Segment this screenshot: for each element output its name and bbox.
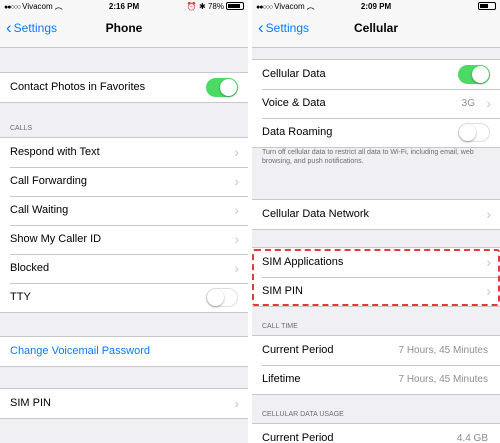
status-time: 2:09 PM <box>360 2 392 11</box>
call-time-lifetime-row: Lifetime 7 Hours, 45 Minutes <box>252 365 500 394</box>
cellular-settings-screen: ●●○○○ Vivacom ︵ 2:09 PM ‹ Settings Cellular… <box>252 0 500 443</box>
roaming-footer-text: Turn off cellular data to restrict all d… <box>262 149 474 165</box>
blocked-row[interactable]: Blocked › <box>0 254 248 283</box>
voicemail-group: Change Voicemail Password <box>0 336 248 367</box>
chevron-right-icon: › <box>234 231 239 247</box>
data-roaming-row: Data Roaming <box>252 118 500 147</box>
usage-current-row: Current Period 4.4 GB <box>252 424 500 443</box>
tty-toggle[interactable] <box>206 288 238 307</box>
calls-header: CALLS <box>10 125 33 132</box>
top-bar: ●●○○○ Vivacom ︵ 2:09 PM ‹ Settings Cellular <box>252 0 500 48</box>
page-title: Phone <box>105 21 143 35</box>
status-bar: ●●○○○ Vivacom ︵ 2:16 PM ⏰ ✱ 78% <box>0 0 248 14</box>
contact-photos-label: Contact Photos in Favorites <box>10 81 146 93</box>
nav-bar: ‹ Settings Cellular <box>252 14 500 47</box>
row-label: SIM PIN <box>10 397 51 409</box>
chevron-right-icon: › <box>234 173 239 189</box>
call-time-current-row: Current Period 7 Hours, 45 Minutes <box>252 336 500 365</box>
network-group: Cellular Data Network › <box>252 199 500 230</box>
sim-pin-row[interactable]: SIM PIN › <box>0 389 248 418</box>
call-waiting-row[interactable]: Call Waiting › <box>0 196 248 225</box>
page-title: Cellular <box>353 21 398 35</box>
bluetooth-icon: ✱ <box>199 2 206 11</box>
row-label: Call Waiting <box>10 204 69 216</box>
contact-photos-toggle[interactable] <box>206 78 238 97</box>
alarm-icon: ⏰ <box>186 2 197 11</box>
cellular-usage-header: CELLULAR DATA USAGE <box>262 411 344 418</box>
phone-settings-screen: ●●○○○ Vivacom ︵ 2:16 PM ⏰ ✱ 78% ‹ Settings … <box>0 0 248 443</box>
cellular-data-label: Cellular Data <box>262 68 326 80</box>
show-caller-id-row[interactable]: Show My Caller ID › <box>0 225 248 254</box>
cellular-data-toggle[interactable] <box>458 65 490 84</box>
red-highlight-box <box>252 249 500 306</box>
nav-bar: ‹ Settings Phone <box>0 14 248 47</box>
usage-group: Current Period 4.4 GB <box>252 423 500 443</box>
voice-data-label: Voice & Data <box>262 97 326 109</box>
call-time-lifetime-value: 7 Hours, 45 Minutes <box>398 374 489 385</box>
row-label: Call Forwarding <box>10 175 88 187</box>
cellular-data-network-row[interactable]: Cellular Data Network › <box>252 200 500 229</box>
respond-with-text-row[interactable]: Respond with Text › <box>0 138 248 167</box>
call-time-current-value: 7 Hours, 45 Minutes <box>398 345 489 356</box>
battery-percent: 78% <box>207 2 224 11</box>
row-label: Blocked <box>10 262 50 274</box>
call-time-header: CALL TIME <box>262 323 298 330</box>
battery-icon <box>478 2 496 10</box>
row-label: Lifetime <box>262 373 301 385</box>
chevron-right-icon: › <box>486 206 491 222</box>
voice-data-row[interactable]: Voice & Data 3G › <box>252 89 500 118</box>
battery-icon <box>226 2 244 10</box>
call-time-group: Current Period 7 Hours, 45 Minutes Lifet… <box>252 335 500 395</box>
chevron-right-icon: › <box>486 95 491 111</box>
calls-group: Respond with Text › Call Forwarding › Call… <box>0 137 248 313</box>
usage-current-value: 4.4 GB <box>456 433 488 443</box>
voice-data-value: 3G <box>461 98 475 109</box>
row-label: Current Period <box>262 344 334 356</box>
data-roaming-label: Data Roaming <box>262 126 333 138</box>
sim-group: SIM PIN › <box>0 388 248 419</box>
status-bar: ●●○○○ Vivacom ︵ 2:09 PM <box>252 0 500 14</box>
chevron-right-icon: › <box>234 202 239 218</box>
chevron-right-icon: › <box>234 260 239 276</box>
tty-label: TTY <box>10 291 31 303</box>
cellular-data-group: Cellular Data Voice & Data 3G › Data Roa… <box>252 59 500 148</box>
tty-row: TTY <box>0 283 248 312</box>
chevron-right-icon: › <box>234 144 239 160</box>
top-bar: ●●○○○ Vivacom ︵ 2:16 PM ⏰ ✱ 78% ‹ Settings … <box>0 0 248 48</box>
call-forwarding-row[interactable]: Call Forwarding › <box>0 167 248 196</box>
chevron-right-icon: › <box>234 395 239 411</box>
row-label: Cellular Data Network <box>262 208 369 220</box>
data-roaming-toggle[interactable] <box>458 123 490 142</box>
contact-photos-row: Contact Photos in Favorites <box>0 73 248 102</box>
row-label: Current Period <box>262 432 334 443</box>
favorites-group: Contact Photos in Favorites <box>0 72 248 103</box>
cellular-data-row: Cellular Data <box>252 60 500 89</box>
row-label: Respond with Text <box>10 146 100 158</box>
row-label: Show My Caller ID <box>10 233 102 245</box>
change-voicemail-password-link[interactable]: Change Voicemail Password <box>0 337 248 366</box>
